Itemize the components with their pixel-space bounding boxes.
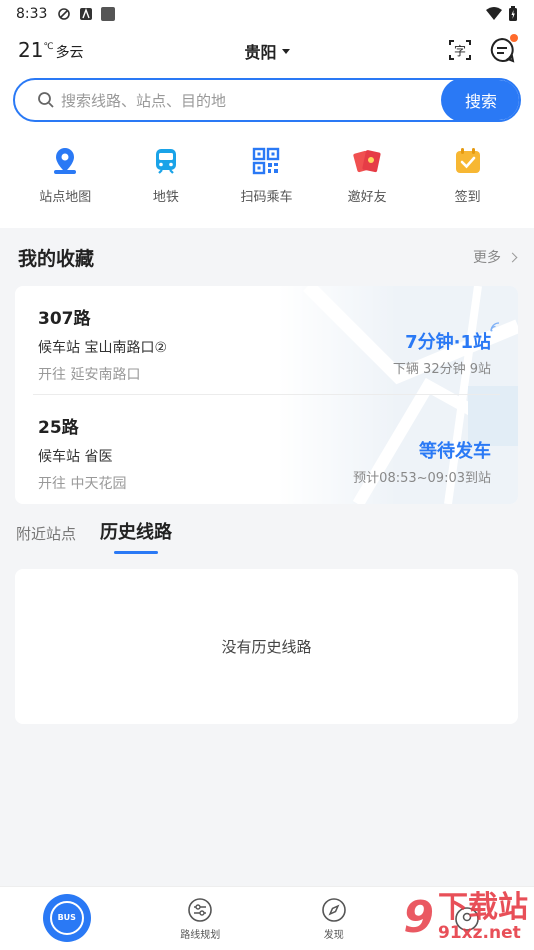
- message-icon[interactable]: [488, 34, 518, 64]
- weather[interactable]: 21 ℃ 多云: [18, 38, 84, 62]
- caret-down-icon: [281, 48, 290, 54]
- bus-icon: BUS: [42, 893, 91, 942]
- tab-history-routes[interactable]: 历史线路: [100, 518, 172, 554]
- route-name: 307路: [38, 309, 91, 329]
- history-empty-text: 没有历史线路: [221, 638, 312, 656]
- quick-actions: 站点地图 地铁 扫码乘车 邀好友 签到: [0, 146, 534, 205]
- tab-bus[interactable]: BUS: [0, 887, 134, 950]
- status-time: 8:33: [16, 6, 48, 22]
- route-divider: [33, 394, 500, 395]
- status-right: [486, 6, 518, 22]
- quick-label: 签到: [454, 190, 481, 205]
- qr-code-icon: [253, 147, 280, 175]
- tab-label: 发现: [323, 929, 344, 941]
- app-square-icon: [101, 7, 116, 21]
- bus-text: BUS: [49, 900, 84, 935]
- temperature-unit: ℃: [43, 42, 54, 52]
- search-icon: [38, 92, 54, 108]
- quick-label: 邀好友: [347, 190, 387, 205]
- route-next-info: 下辆 32分钟 9站: [392, 362, 491, 377]
- wifi-icon: [486, 7, 502, 20]
- favorite-route-25[interactable]: 25路 候车站 省医 开往 中天花园 等待发车 预计08:53~09:03到站: [38, 413, 491, 493]
- quick-label: 站点地图: [39, 190, 92, 205]
- search-input[interactable]: 搜索线路、站点、目的地: [61, 90, 441, 111]
- route-plan-icon: [188, 897, 213, 922]
- watermark-url: 91xz.net: [438, 922, 521, 943]
- chevron-right-icon: [507, 252, 518, 262]
- watermark-title: 下载站: [438, 889, 528, 925]
- route-next-info: 预计08:53~09:03到站: [353, 471, 491, 486]
- search-bar[interactable]: 搜索线路、站点、目的地 搜索: [13, 78, 521, 122]
- favorites-card: 307路 候车站 宝山南路口② 开往 延安南路口 7分钟·1站 下辆 32分钟 …: [15, 286, 518, 504]
- watermark-text: 下载站 91xz.net: [438, 889, 528, 943]
- header-actions: 字: [446, 34, 518, 64]
- route-name: 25路: [38, 418, 79, 438]
- app-notification-icon: [80, 8, 93, 20]
- tab-label: 路线规划: [180, 929, 221, 941]
- data-saver-icon: [58, 8, 71, 20]
- header: 21 ℃ 多云 贵阳 字: [0, 34, 534, 66]
- red-envelope-icon: [353, 150, 381, 173]
- quick-checkin[interactable]: 签到: [417, 146, 518, 205]
- quick-metro[interactable]: 地铁: [116, 146, 217, 205]
- tab-nearby-stations[interactable]: 附近站点: [16, 523, 76, 544]
- city-selector[interactable]: 贵阳: [230, 38, 304, 64]
- favorites-more-link[interactable]: 更多: [473, 247, 518, 267]
- watermark-number: 9: [403, 892, 434, 943]
- tab-route-plan[interactable]: 路线规划: [134, 887, 268, 950]
- metro-train-icon: [155, 149, 176, 174]
- top-panel: 8:33 21 ℃ 多云 贵阳 字 搜索线路、站点、目的地 搜索 站点地图 地铁…: [0, 0, 534, 228]
- more-label: 更多: [473, 250, 501, 266]
- notification-dot: [510, 34, 518, 42]
- quick-label: 地铁: [152, 190, 179, 205]
- svg-text:字: 字: [454, 43, 466, 58]
- quick-station-map[interactable]: 站点地图: [15, 146, 116, 205]
- route-eta: 等待发车: [419, 441, 491, 462]
- battery-icon: [509, 6, 517, 21]
- weather-condition: 多云: [55, 45, 84, 61]
- location-pin-icon: [54, 148, 77, 174]
- route-eta: 7分钟·1站: [405, 332, 491, 353]
- translate-scan-icon[interactable]: 字: [446, 36, 474, 64]
- quick-label: 扫码乘车: [240, 190, 293, 205]
- favorites-title: 我的收藏: [18, 247, 95, 270]
- favorite-route-307[interactable]: 307路 候车站 宝山南路口② 开往 延安南路口 7分钟·1站 下辆 32分钟 …: [38, 304, 491, 384]
- site-watermark: 9 下载站 91xz.net: [364, 886, 534, 950]
- temperature: 21: [18, 38, 44, 62]
- quick-scan-ride[interactable]: 扫码乘车: [216, 146, 317, 205]
- search-button[interactable]: 搜索: [441, 80, 519, 120]
- city-name: 贵阳: [244, 43, 277, 62]
- compass-icon: [321, 897, 346, 922]
- list-tabs: 附近站点 历史线路: [16, 518, 172, 554]
- history-panel: 没有历史线路: [15, 569, 518, 724]
- realtime-signal-icon: [490, 322, 500, 332]
- favorites-header: 我的收藏 更多: [18, 244, 518, 270]
- status-bar: 8:33: [0, 0, 534, 28]
- quick-invite-friends[interactable]: 邀好友: [317, 146, 418, 205]
- checkin-calendar-icon: [455, 148, 480, 173]
